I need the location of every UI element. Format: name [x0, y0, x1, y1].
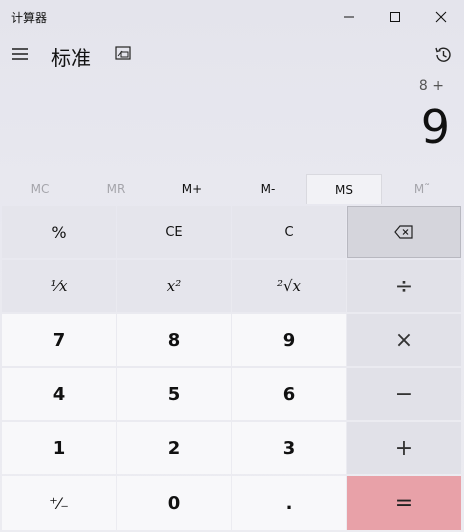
decimal-button[interactable]: . — [232, 476, 346, 530]
reciprocal-button[interactable]: ¹⁄x — [2, 260, 116, 312]
digit-3-button[interactable]: 3 — [232, 422, 346, 474]
keep-on-top-button[interactable] — [112, 42, 134, 64]
maximize-button[interactable] — [372, 0, 418, 34]
memory-clear-button[interactable]: MC — [2, 174, 78, 204]
navigation-menu-button[interactable] — [6, 40, 34, 68]
digit-5-button[interactable]: 5 — [117, 368, 231, 420]
reciprocal-label: ¹⁄x — [50, 277, 68, 295]
result-display: 9 — [420, 100, 450, 154]
square-root-label: ²√x — [276, 277, 302, 295]
equals-button[interactable]: = — [347, 476, 461, 530]
divide-button[interactable]: ÷ — [347, 260, 461, 312]
add-button[interactable]: + — [347, 422, 461, 474]
maximize-icon — [390, 12, 400, 22]
digit-1-button[interactable]: 1 — [2, 422, 116, 474]
square-root-button[interactable]: ²√x — [232, 260, 346, 312]
digit-2-button[interactable]: 2 — [117, 422, 231, 474]
subtract-button[interactable]: − — [347, 368, 461, 420]
multiply-button[interactable]: × — [347, 314, 461, 366]
memory-store-button[interactable]: MS — [306, 174, 382, 204]
memory-row: MC MR M+ M- MS M˜ — [0, 174, 464, 204]
history-icon — [435, 47, 451, 62]
clear-button[interactable]: C — [232, 206, 346, 258]
square-label: x² — [166, 277, 182, 295]
backspace-icon — [394, 225, 413, 239]
digit-4-button[interactable]: 4 — [2, 368, 116, 420]
keypad: % CE C ¹⁄x x² ²√x ÷ 7 8 9 × 4 5 6 − 1 2 … — [0, 205, 464, 532]
mode-title: 标准 — [51, 46, 91, 70]
percent-button[interactable]: % — [2, 206, 116, 258]
digit-0-button[interactable]: 0 — [117, 476, 231, 530]
digit-6-button[interactable]: 6 — [232, 368, 346, 420]
header: 标准 — [0, 34, 464, 74]
app-title: 计算器 — [11, 11, 48, 25]
clear-entry-button[interactable]: CE — [117, 206, 231, 258]
close-button[interactable] — [418, 0, 464, 34]
backspace-button[interactable] — [347, 206, 461, 258]
digit-7-button[interactable]: 7 — [2, 314, 116, 366]
history-button[interactable] — [430, 42, 456, 68]
expression-display: 8 + — [418, 78, 444, 94]
close-icon — [435, 11, 447, 23]
memory-list-button[interactable]: M˜ — [384, 174, 460, 204]
digit-8-button[interactable]: 8 — [117, 314, 231, 366]
minimize-icon — [344, 16, 354, 18]
memory-subtract-button[interactable]: M- — [230, 174, 306, 204]
digit-9-button[interactable]: 9 — [232, 314, 346, 366]
memory-recall-button[interactable]: MR — [78, 174, 154, 204]
square-button[interactable]: x² — [117, 260, 231, 312]
memory-add-button[interactable]: M+ — [154, 174, 230, 204]
title-bar: 计算器 — [0, 0, 464, 34]
keep-on-top-icon — [115, 46, 131, 60]
negate-button[interactable]: ⁺⁄₋ — [2, 476, 116, 530]
hamburger-icon — [12, 48, 28, 60]
minimize-button[interactable] — [326, 0, 372, 34]
